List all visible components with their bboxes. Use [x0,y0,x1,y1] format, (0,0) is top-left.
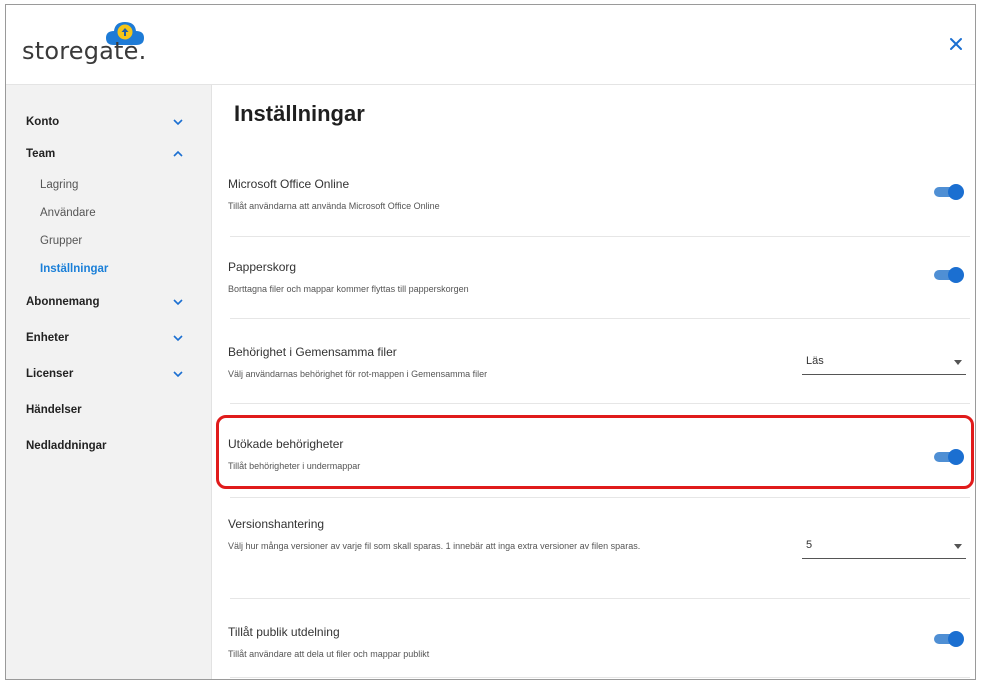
caret-down-icon [954,544,962,549]
sidebar-item-installningar[interactable]: Inställningar [6,256,212,282]
publik-utdelning-toggle[interactable] [934,631,964,647]
page-title: Inställningar [234,101,365,126]
sidebar-item-licenser[interactable]: Licenser [6,361,212,387]
divider [230,598,970,599]
sidebar-item-label: Licenser [26,368,74,380]
papperskorg-toggle[interactable] [934,267,964,283]
sidebar-item-team[interactable]: Team [6,141,212,167]
sidebar-item-abonnemang[interactable]: Abonnemang [6,289,212,315]
setting-row-versionshantering: Versionshantering Välj hur många version… [228,517,970,577]
divider [230,497,970,498]
sidebar-item-enheter[interactable]: Enheter [6,325,212,351]
sidebar-item-label: Användare [40,207,96,219]
header: storegate. [6,5,975,85]
chevron-down-icon [173,335,183,342]
sidebar-item-grupper[interactable]: Grupper [6,228,212,254]
setting-description: Borttagna filer och mappar kommer flytta… [228,284,469,294]
chevron-up-icon [173,150,183,157]
close-button[interactable] [945,33,967,55]
setting-description: Tillåt användarna att använda Microsoft … [228,201,440,211]
storegate-logo: storegate. [22,17,172,73]
sidebar-item-label: Nedladdningar [26,440,107,452]
version-count-select[interactable]: 5 [802,535,966,559]
sidebar-item-konto[interactable]: Konto [6,109,212,135]
setting-description: Tillåt behörigheter i undermappar [228,461,361,471]
sidebar-item-handelser[interactable]: Händelser [6,397,212,423]
sidebar-item-nedladdningar[interactable]: Nedladdningar [6,433,212,459]
setting-row-gemensamma-filer: Behörighet i Gemensamma filer Välj använ… [228,345,970,385]
toggle-knob [948,631,964,647]
sidebar-item-label: Grupper [40,235,83,247]
office-online-toggle[interactable] [934,184,964,200]
chevron-down-icon [173,119,183,126]
select-value: 5 [806,539,813,551]
settings-window: storegate. Konto Team Lagring Användare … [5,4,976,680]
setting-title: Microsoft Office Online [228,177,350,191]
main-content: Inställningar Microsoft Office Online Ti… [212,85,975,679]
sidebar-item-label: Lagring [40,179,79,191]
setting-title: Versionshantering [228,517,325,531]
toggle-knob [948,184,964,200]
setting-description: Välj hur många versioner av varje fil so… [228,541,641,551]
setting-row-utokade-behorigheter: Utökade behörigheter Tillåt behörigheter… [228,437,970,477]
divider [230,318,970,319]
setting-description: Välj användarnas behörighet för rot-mapp… [228,369,488,379]
sidebar: Konto Team Lagring Användare Grupper Ins… [6,85,212,679]
setting-row-publik-utdelning: Tillåt publik utdelning Tillåt användare… [228,625,970,665]
utokade-behorigheter-toggle[interactable] [934,449,964,465]
sidebar-item-label: Abonnemang [26,296,100,308]
sidebar-item-label: Enheter [26,332,69,344]
sidebar-item-label: Konto [26,116,60,128]
sidebar-item-lagring[interactable]: Lagring [6,172,212,198]
sidebar-item-label: Team [26,148,56,160]
setting-description: Tillåt användare att dela ut filer och m… [228,649,430,659]
chevron-down-icon [173,299,183,306]
setting-title: Behörighet i Gemensamma filer [228,345,397,359]
toggle-knob [948,267,964,283]
divider [230,403,970,404]
sidebar-item-anvandare[interactable]: Användare [6,200,212,226]
divider [230,677,970,678]
sidebar-item-label: Inställningar [40,263,109,275]
divider [230,236,970,237]
close-icon [950,38,962,50]
setting-row-papperskorg: Papperskorg Borttagna filer och mappar k… [228,260,970,300]
select-value: Läs [806,355,824,367]
logo-text: storegate. [22,37,147,65]
chevron-down-icon [173,371,183,378]
sidebar-item-label: Händelser [26,404,82,416]
setting-title: Utökade behörigheter [228,437,344,451]
setting-title: Tillåt publik utdelning [228,625,340,639]
toggle-knob [948,449,964,465]
permission-select[interactable]: Läs [802,351,966,375]
setting-row-office-online: Microsoft Office Online Tillåt användarn… [228,177,970,217]
caret-down-icon [954,360,962,365]
setting-title: Papperskorg [228,260,297,274]
